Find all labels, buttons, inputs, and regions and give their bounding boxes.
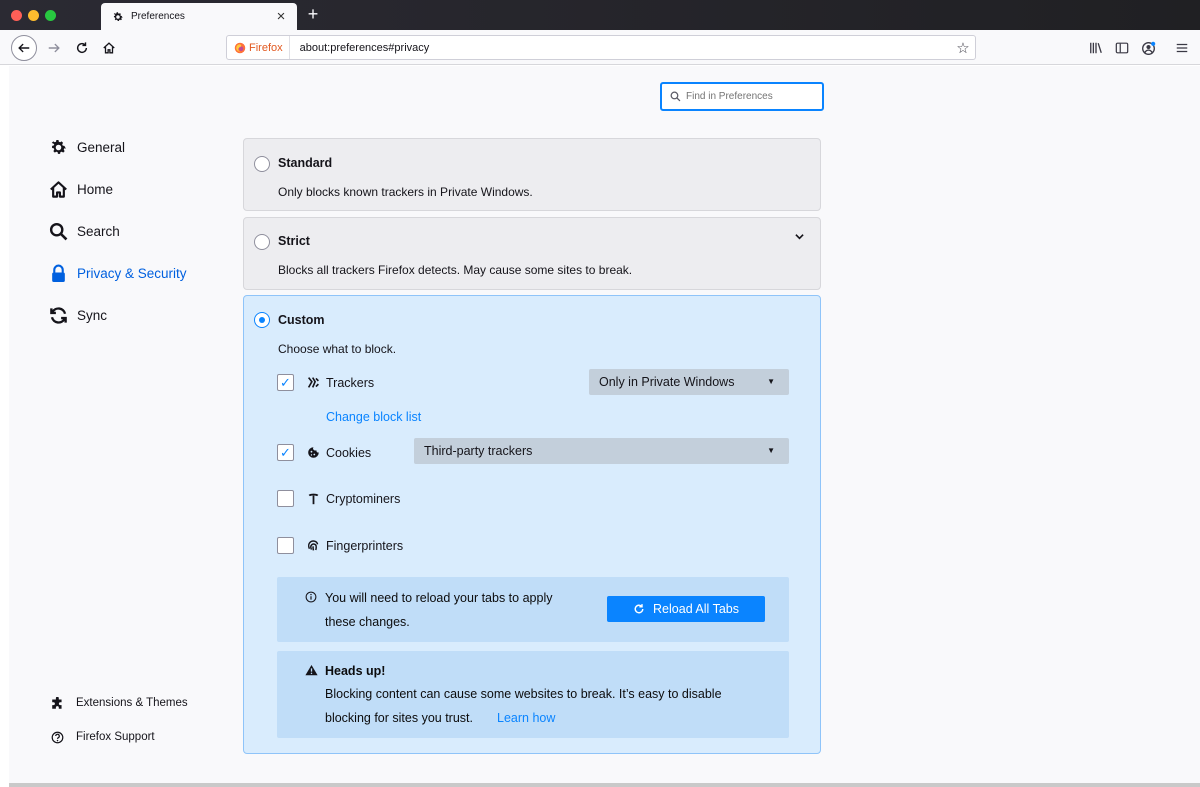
custom-description: Choose what to block.	[278, 342, 397, 356]
help-icon	[49, 729, 65, 745]
standard-radio[interactable]	[254, 156, 270, 172]
sidebar-item-label: Privacy & Security	[77, 265, 187, 281]
minimize-window-button[interactable]	[28, 10, 39, 21]
home-icon	[103, 42, 115, 54]
reload-notice-line1: You will need to reload your tabs to app…	[325, 591, 553, 605]
account-icon[interactable]	[1139, 39, 1157, 57]
close-tab-icon[interactable]: ×	[273, 8, 289, 25]
menu-icon[interactable]	[1173, 39, 1191, 57]
fingerprint-icon	[306, 538, 320, 552]
heads-up-line2: blocking for sites you trust.	[325, 711, 473, 725]
gear-icon	[111, 10, 125, 24]
fingerprinters-label: Fingerprinters	[326, 539, 404, 553]
reload-notice: You will need to reload your tabs to app…	[277, 577, 789, 642]
library-icon[interactable]	[1087, 39, 1105, 57]
tab-title: Preferences	[131, 11, 185, 22]
pickaxe-icon	[306, 491, 320, 505]
search-icon	[670, 91, 681, 102]
gear-icon	[47, 136, 69, 158]
strict-radio[interactable]	[254, 234, 270, 250]
nav-bar: Firefox about:preferences#privacy ☆	[0, 30, 1200, 65]
standard-title: Standard	[278, 156, 333, 170]
arrow-left-icon	[18, 43, 30, 53]
option-strict[interactable]: Strict Blocks all trackers Firefox detec…	[243, 217, 821, 290]
change-block-list-link[interactable]: Change block list	[326, 410, 421, 424]
cookies-select[interactable]: Third-party trackers ▼	[414, 438, 789, 464]
heads-up-notice: Heads up! Blocking content can cause som…	[277, 651, 789, 738]
info-icon	[305, 591, 317, 603]
cookie-icon	[306, 445, 320, 459]
search-input[interactable]	[686, 91, 816, 102]
identity-box[interactable]: Firefox	[227, 36, 290, 59]
forward-button[interactable]	[42, 36, 66, 60]
reload-icon	[76, 42, 88, 54]
learn-how-link[interactable]: Learn how	[497, 711, 555, 725]
home-icon	[47, 178, 69, 200]
sidebar-item-label: Home	[77, 181, 114, 197]
sidebar-item-privacy-security[interactable]: Privacy & Security	[47, 262, 187, 284]
page-bottom-edge	[9, 783, 1200, 787]
strict-description: Blocks all trackers Firefox detects. May…	[278, 263, 633, 277]
heads-up-line1: Blocking content can cause some websites…	[325, 687, 722, 701]
cryptominers-checkbox[interactable]	[277, 490, 294, 507]
back-button[interactable]	[11, 35, 37, 61]
arrow-right-icon	[48, 43, 60, 53]
new-tab-icon[interactable]: +	[304, 5, 322, 23]
option-standard[interactable]: Standard Only blocks known trackers in P…	[243, 138, 821, 211]
close-window-button[interactable]	[11, 10, 22, 21]
home-button[interactable]	[97, 36, 121, 60]
sidebar-footer-label: Extensions & Themes	[76, 697, 188, 709]
reload-icon	[633, 603, 645, 615]
dropdown-arrow-icon: ▼	[767, 446, 775, 455]
lock-icon	[47, 262, 69, 284]
firefox-logo-icon	[234, 42, 246, 54]
reload-all-tabs-label: Reload All Tabs	[653, 602, 739, 616]
cookies-label: Cookies	[326, 446, 372, 460]
cookies-checkbox[interactable]	[277, 444, 294, 461]
sidebar-item-label: Search	[77, 223, 120, 239]
bookmark-star-icon[interactable]: ☆	[951, 39, 975, 57]
sidebar-item-search[interactable]: Search	[47, 220, 120, 242]
trackers-checkbox[interactable]	[277, 374, 294, 391]
standard-description: Only blocks known trackers in Private Wi…	[278, 185, 533, 199]
cookies-select-value: Third-party trackers	[424, 444, 533, 458]
url-text[interactable]: about:preferences#privacy	[300, 42, 951, 54]
puzzle-icon	[49, 695, 65, 711]
tab-strip: Preferences × +	[0, 0, 1200, 30]
tab-preferences[interactable]: Preferences ×	[101, 3, 297, 30]
fingerprinters-checkbox[interactable]	[277, 537, 294, 554]
warning-icon	[305, 664, 318, 676]
sidebar-item-general[interactable]: General	[47, 136, 125, 158]
find-in-preferences[interactable]	[660, 82, 824, 111]
reload-all-tabs-button[interactable]: Reload All Tabs	[607, 596, 765, 622]
sidebar-footer-firefox-support[interactable]: Firefox Support	[49, 729, 155, 745]
sync-icon	[47, 304, 69, 326]
preferences-content: General Home Search Privacy & Security S…	[9, 66, 1200, 784]
strict-title: Strict	[278, 234, 310, 248]
reload-notice-line2: these changes.	[325, 615, 410, 629]
option-custom[interactable]: Custom Choose what to block. Trackers On…	[243, 295, 821, 754]
identity-label: Firefox	[249, 41, 283, 54]
trackers-select[interactable]: Only in Private Windows ▼	[589, 369, 789, 395]
chevron-down-icon[interactable]	[795, 232, 804, 243]
sidebar-item-sync[interactable]: Sync	[47, 304, 107, 326]
url-bar[interactable]: Firefox about:preferences#privacy ☆	[226, 35, 976, 60]
search-icon	[47, 220, 69, 242]
dropdown-arrow-icon: ▼	[767, 377, 775, 386]
sidebar-toggle-icon[interactable]	[1113, 39, 1131, 57]
reload-button[interactable]	[70, 36, 94, 60]
trackers-select-value: Only in Private Windows	[599, 375, 735, 389]
tracker-icon	[306, 375, 320, 389]
sidebar-item-label: General	[77, 139, 126, 155]
custom-title: Custom	[278, 313, 325, 327]
sidebar-item-home[interactable]: Home	[47, 178, 113, 200]
cryptominers-label: Cryptominers	[326, 492, 401, 506]
sidebar-item-label: Sync	[77, 307, 108, 323]
custom-radio[interactable]	[254, 312, 270, 328]
trackers-label: Trackers	[326, 376, 375, 390]
zoom-window-button[interactable]	[45, 10, 56, 21]
sidebar-footer-label: Firefox Support	[76, 731, 155, 743]
sidebar-footer-extensions-themes[interactable]: Extensions & Themes	[49, 695, 188, 711]
heads-up-title: Heads up!	[325, 664, 386, 678]
